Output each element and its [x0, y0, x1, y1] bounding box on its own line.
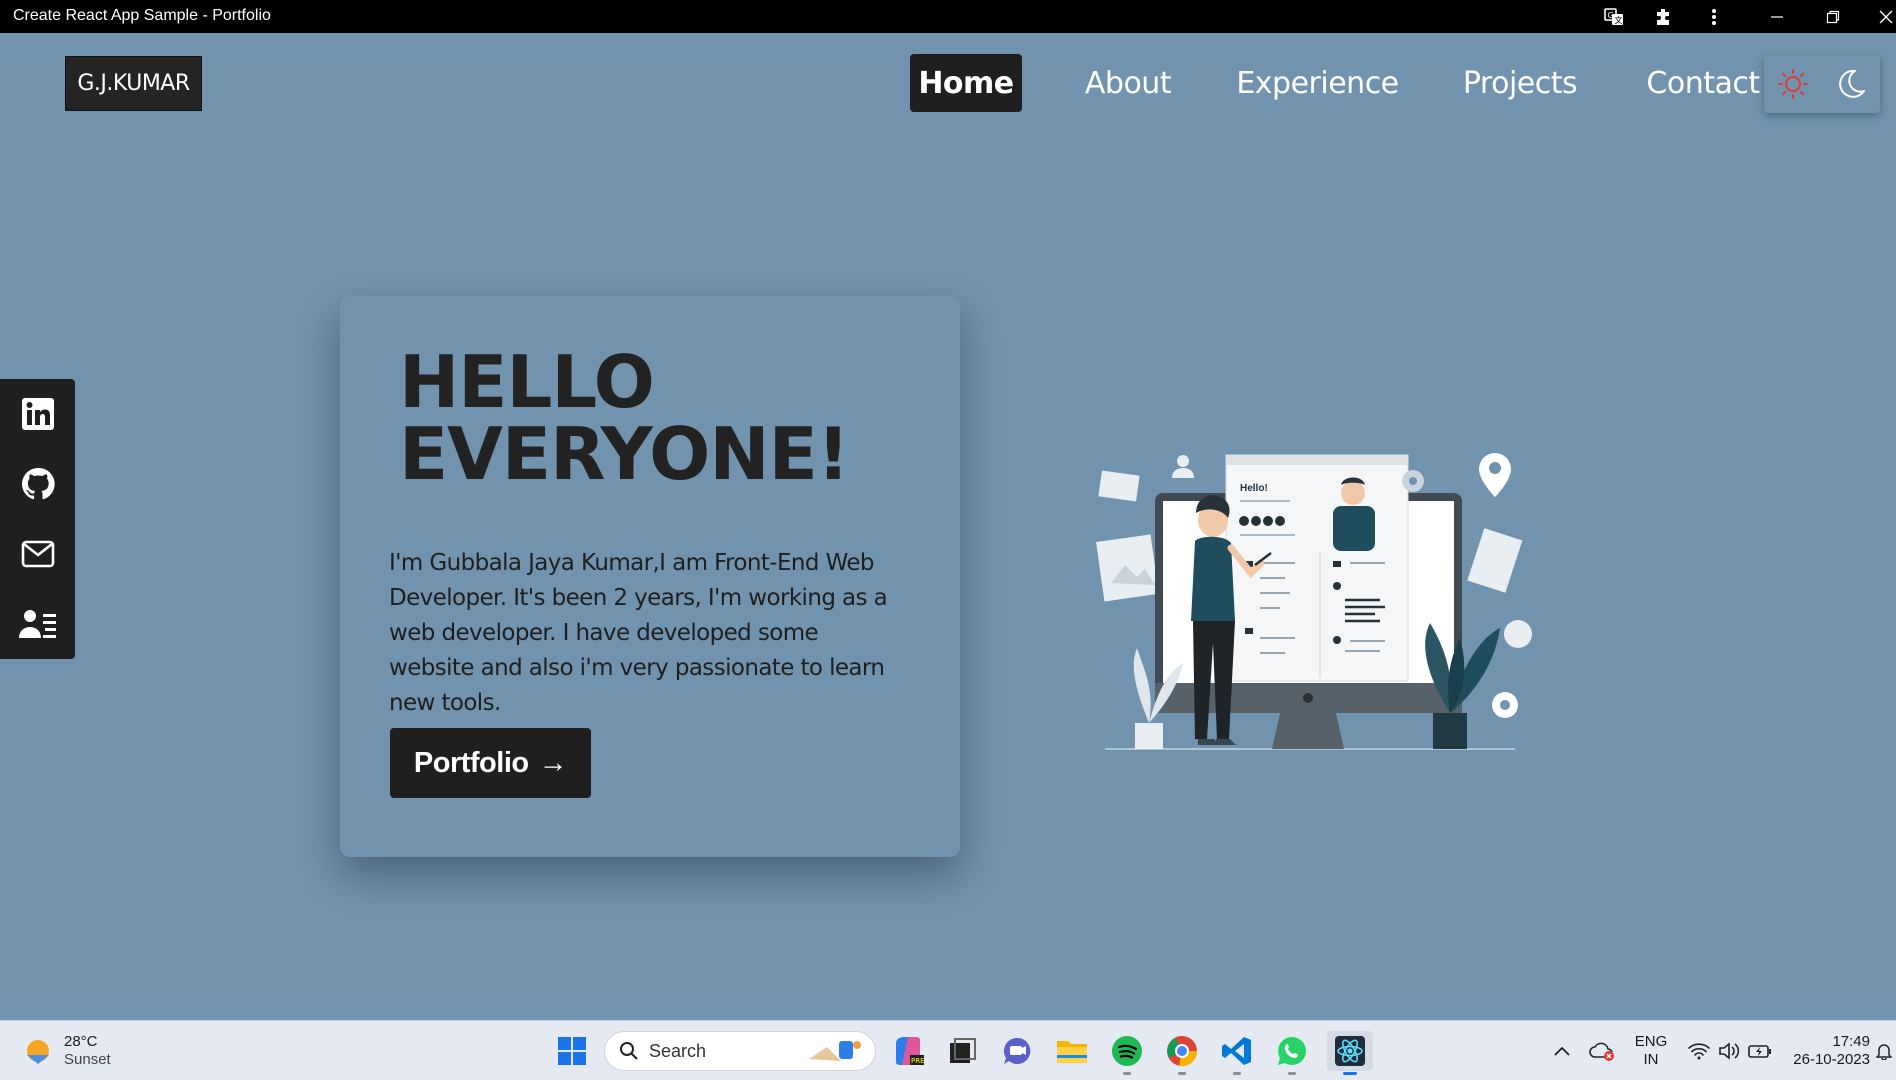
mail-icon[interactable] — [0, 519, 75, 589]
lang-line1: ENG — [1634, 1033, 1668, 1050]
weather-widget[interactable]: 28°C Sunset — [22, 1031, 111, 1071]
restore-icon[interactable] — [1813, 0, 1853, 33]
volume-icon — [1719, 1042, 1740, 1060]
portfolio-button[interactable]: Portfolio → — [390, 728, 591, 798]
social-sidebar — [0, 379, 75, 659]
electron-app[interactable] — [1327, 1031, 1373, 1075]
contact-card-icon[interactable] — [0, 589, 75, 659]
hero-illustration: Hello! — [1095, 413, 1545, 753]
chevron-up-icon — [1554, 1046, 1570, 1056]
vscode-icon — [1222, 1037, 1251, 1065]
nav-contact[interactable]: Contact — [1628, 54, 1778, 112]
clock-date: 26-10-2023 — [1793, 1051, 1870, 1068]
notifications[interactable] — [1872, 1031, 1896, 1071]
copilot-icon: PRE — [895, 1037, 924, 1065]
bell-icon — [1876, 1044, 1892, 1060]
moon-icon[interactable] — [1822, 55, 1880, 113]
svg-text:PRE: PRE — [911, 1057, 924, 1065]
file-explorer-app[interactable] — [1052, 1031, 1092, 1071]
more-options-icon[interactable] — [1694, 0, 1734, 33]
weather-temp: 28°C — [64, 1033, 98, 1050]
translate-icon[interactable]: G文 — [1594, 0, 1634, 33]
github-icon[interactable] — [0, 449, 75, 519]
react-atom-icon — [1335, 1036, 1365, 1066]
chrome-app[interactable] — [1162, 1031, 1202, 1075]
window-titlebar: Create React App Sample - Portfolio G文 — [0, 0, 1896, 33]
nav-projects[interactable]: Projects — [1445, 54, 1595, 112]
hero-description: I'm Gubbala Jaya Kumar,I am Front-End We… — [389, 550, 888, 716]
window-title: Create React App Sample - Portfolio — [13, 7, 271, 24]
task-view-app[interactable] — [942, 1031, 982, 1071]
clock-time: 17:49 — [1832, 1033, 1870, 1050]
illustration-hello-text: Hello! — [1240, 483, 1268, 494]
hero-title-line1: HELLO — [399, 340, 655, 424]
taskbar-search[interactable]: Search — [604, 1031, 876, 1071]
start-button[interactable] — [552, 1031, 592, 1071]
folder-icon — [1057, 1041, 1087, 1063]
hero-title-line2: EVERYONE! — [399, 412, 850, 496]
copilot-app[interactable]: PRE — [888, 1031, 928, 1071]
extensions-icon[interactable] — [1644, 0, 1684, 33]
wifi-icon — [1688, 1043, 1710, 1060]
chrome-icon — [1167, 1036, 1198, 1067]
theme-toggle — [1764, 55, 1880, 113]
sun-icon[interactable] — [1764, 55, 1822, 113]
sunset-icon — [27, 1040, 49, 1064]
site-logo[interactable]: G.J.KUMAR — [65, 56, 202, 111]
spotify-app[interactable] — [1107, 1031, 1147, 1075]
hero-title: HELLO EVERYONE! — [399, 346, 919, 490]
teams-app[interactable] — [997, 1031, 1037, 1071]
minimize-icon[interactable] — [1757, 0, 1797, 33]
search-icon — [620, 1042, 638, 1060]
nav-about[interactable]: About — [1068, 54, 1188, 112]
language-indicator[interactable]: ENG IN — [1628, 1033, 1674, 1069]
windows-taskbar: 28°C Sunset Search PRE ENG IN 17:49 26-1… — [0, 1020, 1896, 1080]
search-label: Search — [649, 1040, 707, 1061]
search-highlight-icon — [809, 1041, 861, 1061]
weather-desc: Sunset — [64, 1051, 111, 1068]
running-indicator — [1123, 1072, 1131, 1075]
portfolio-button-label: Portfolio — [413, 746, 529, 779]
arrow-right-icon: → — [538, 746, 568, 779]
chat-icon — [1003, 1037, 1031, 1064]
running-indicator — [1233, 1072, 1241, 1075]
quick-settings[interactable] — [1680, 1031, 1780, 1071]
windows-logo-icon — [558, 1037, 586, 1065]
show-hidden-icons[interactable] — [1542, 1031, 1582, 1071]
nav-home[interactable]: Home — [910, 54, 1022, 112]
weather-text: 28°C Sunset — [64, 1033, 111, 1069]
svg-text:文: 文 — [1615, 15, 1623, 25]
battery-icon — [1748, 1045, 1771, 1058]
running-indicator — [1288, 1072, 1296, 1075]
lang-line2: IN — [1643, 1051, 1659, 1068]
spotify-icon — [1112, 1036, 1142, 1066]
onedrive-status[interactable] — [1582, 1031, 1622, 1071]
portfolio-page: G.J.KUMAR Home About Experience Projects… — [0, 33, 1896, 1020]
clock[interactable]: 17:49 26-10-2023 — [1782, 1033, 1870, 1069]
running-indicator — [1178, 1072, 1186, 1075]
hero-card: HELLO EVERYONE! I'm Gubbala Jaya Kumar,I… — [340, 296, 960, 857]
task-view-icon — [950, 1038, 976, 1063]
close-icon[interactable] — [1866, 0, 1896, 33]
whatsapp-app[interactable] — [1272, 1031, 1312, 1075]
nav-experience[interactable]: Experience — [1230, 54, 1405, 112]
cloud-error-icon — [1589, 1042, 1614, 1061]
whatsapp-icon — [1278, 1037, 1306, 1065]
active-indicator — [1343, 1072, 1357, 1075]
linkedin-icon[interactable] — [0, 379, 75, 449]
vscode-app[interactable] — [1217, 1031, 1257, 1075]
